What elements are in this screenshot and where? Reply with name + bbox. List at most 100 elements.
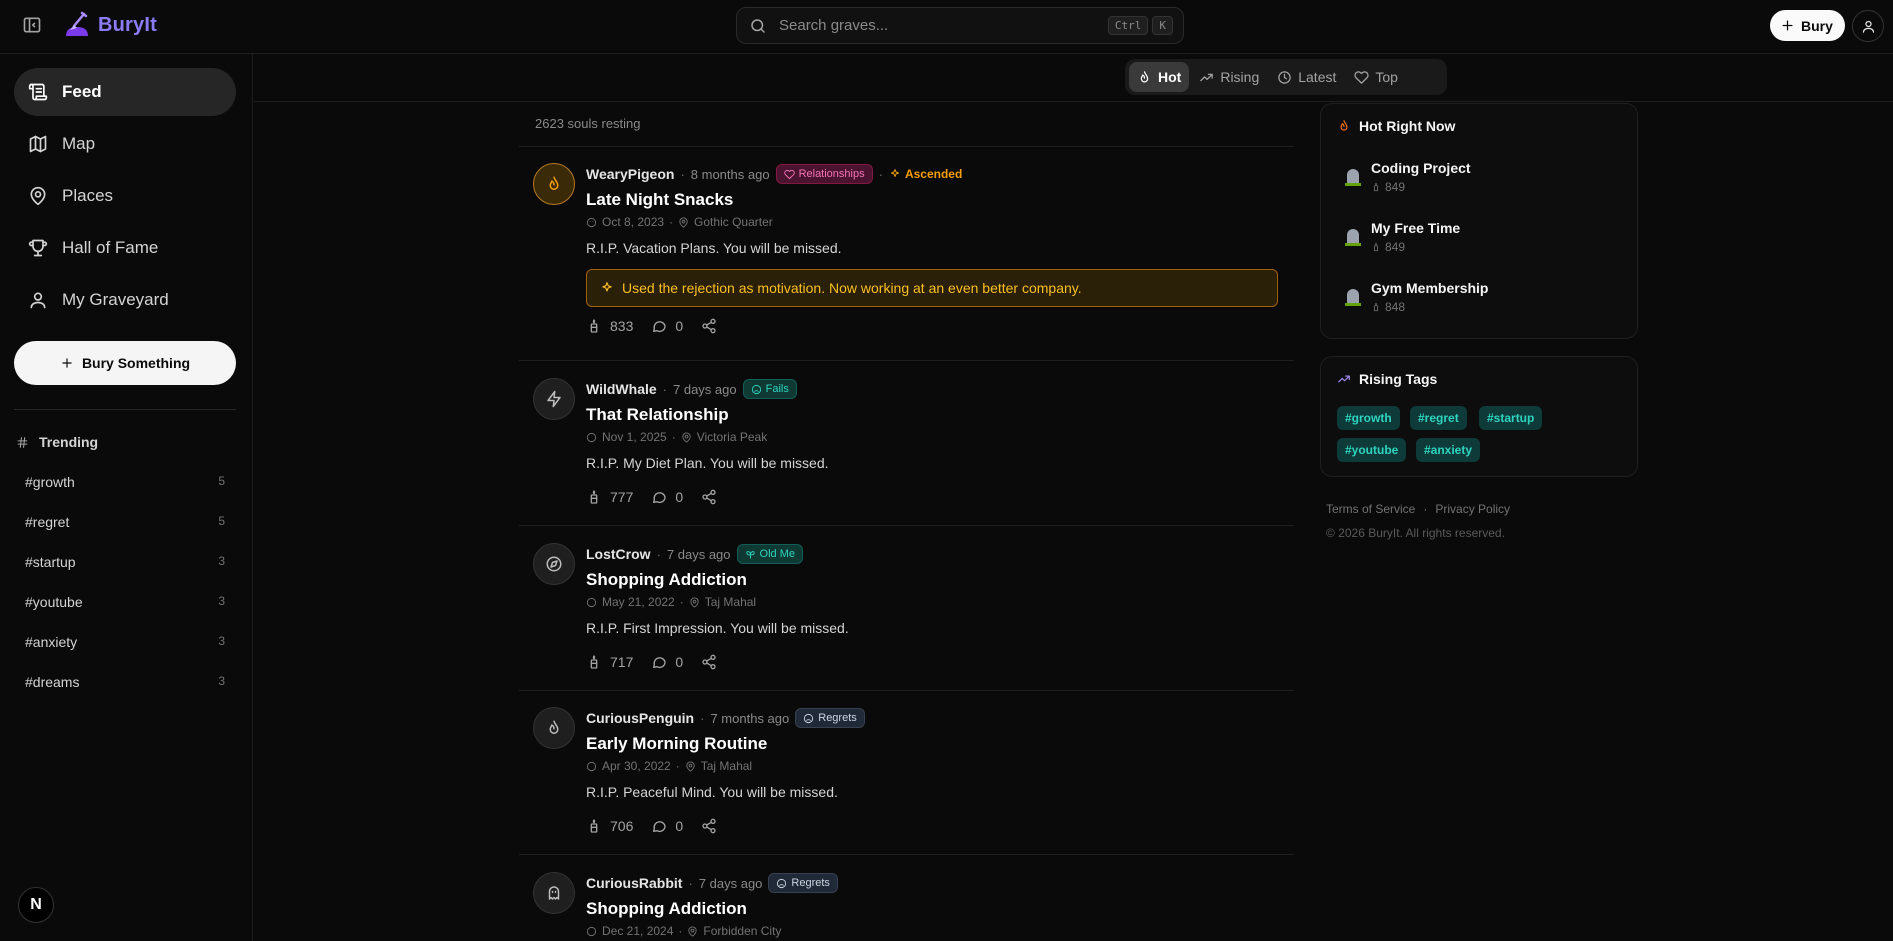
rising-tag-chip[interactable]: #growth xyxy=(1337,406,1400,430)
category-badge[interactable]: Old Me xyxy=(736,544,803,564)
search-bar[interactable]: Search graves... Ctrl K xyxy=(736,7,1184,44)
trend-tag: #dreams xyxy=(25,674,80,690)
sidebar-item-map[interactable]: Map xyxy=(14,120,236,168)
post-username[interactable]: WearyPigeon xyxy=(586,166,674,182)
flame-icon xyxy=(1340,120,1348,131)
post-username[interactable]: LostCrow xyxy=(586,546,651,562)
post-username[interactable]: WildWhale xyxy=(586,381,657,397)
sidebar-item-feed[interactable]: Feed xyxy=(14,68,236,116)
post-text: R.I.P. Vacation Plans. You will be misse… xyxy=(586,240,842,256)
post-place[interactable]: Forbidden City xyxy=(703,924,781,938)
ghost-icon xyxy=(586,217,597,227)
post-title[interactable]: That Relationship xyxy=(586,405,1281,425)
tab-rising[interactable]: Rising xyxy=(1191,62,1267,92)
comment-button[interactable]: 0 xyxy=(651,489,683,505)
trending-heading: Trending xyxy=(16,434,98,450)
search-input[interactable]: Search graves... xyxy=(779,17,1108,34)
sidebar-item-hall-of-fame[interactable]: Hall of Fame xyxy=(14,224,236,272)
candle-button[interactable]: 777 xyxy=(586,489,633,505)
post-place[interactable]: Gothic Quarter xyxy=(694,215,773,229)
post-username[interactable]: CuriousPenguin xyxy=(586,710,694,726)
hot-item-count-value: 849 xyxy=(1385,240,1406,254)
user-menu-button[interactable] xyxy=(1852,10,1884,42)
bury-button[interactable]: Bury xyxy=(1770,10,1845,41)
rising-tag-chip[interactable]: #startup xyxy=(1479,406,1543,430)
category-badge[interactable]: Fails xyxy=(742,379,797,399)
heart-icon xyxy=(1354,70,1370,84)
post-card[interactable]: WildWhale · 7 days ago Fails That Relati… xyxy=(519,362,1294,526)
post-place[interactable]: Taj Mahal xyxy=(701,759,752,773)
category-badge[interactable]: Regrets xyxy=(795,708,865,728)
post-title[interactable]: Shopping Addiction xyxy=(586,570,1281,590)
post-title[interactable]: Shopping Addiction xyxy=(586,899,1281,919)
trend-tag: #growth xyxy=(25,474,75,490)
rising-tag-chip[interactable]: #regret xyxy=(1410,406,1467,430)
post-time: 7 days ago xyxy=(698,875,763,891)
candle-button[interactable]: 833 xyxy=(586,318,633,334)
privacy-link[interactable]: Privacy Policy xyxy=(1435,502,1510,516)
trend-tag: #regret xyxy=(25,514,70,530)
comment-button[interactable]: 0 xyxy=(651,318,683,334)
share-button[interactable] xyxy=(701,654,717,670)
trending-label: Trending xyxy=(39,434,99,450)
candle-button[interactable]: 717 xyxy=(586,654,633,670)
post-username[interactable]: CuriousRabbit xyxy=(586,875,682,891)
tab-top[interactable]: Top xyxy=(1346,62,1406,92)
rising-tag-chip[interactable]: #anxiety xyxy=(1416,438,1481,462)
share-button[interactable] xyxy=(701,318,717,334)
tab-latest[interactable]: Latest xyxy=(1269,62,1344,92)
trending-tag-youtube[interactable]: #youtube 3 xyxy=(25,594,225,610)
hot-item-count: 849 xyxy=(1371,180,1471,194)
sidebar-toggle-icon[interactable] xyxy=(22,15,42,35)
tombstone-icon xyxy=(1345,289,1361,306)
post-place[interactable]: Taj Mahal xyxy=(705,595,756,609)
hot-item[interactable]: Gym Membership 848 xyxy=(1345,280,1488,314)
rising-tag-chip[interactable]: #youtube xyxy=(1337,438,1407,462)
post-place[interactable]: Victoria Peak xyxy=(697,430,767,444)
post-card[interactable]: WearyPigeon · 8 months ago Relationships… xyxy=(519,147,1294,361)
bury-something-button[interactable]: Bury Something xyxy=(14,341,236,385)
plus-icon xyxy=(62,358,72,368)
tab-hot[interactable]: Hot xyxy=(1129,62,1190,92)
app-logo[interactable]: BuryIt xyxy=(62,10,157,40)
share-icon xyxy=(702,654,716,670)
trending-tag-startup[interactable]: #startup 3 xyxy=(25,554,225,570)
post-title[interactable]: Late Night Snacks xyxy=(586,190,1281,210)
comment-button[interactable]: 0 xyxy=(651,654,683,670)
share-button[interactable] xyxy=(701,818,717,834)
hot-item[interactable]: My Free Time 849 xyxy=(1345,220,1460,254)
candle-count: 777 xyxy=(610,489,634,505)
map-pin-icon xyxy=(688,925,698,937)
dev-tools-badge[interactable]: N xyxy=(18,887,54,923)
candle-button[interactable]: 706 xyxy=(586,818,633,834)
share-button[interactable] xyxy=(701,489,717,505)
trending-tag-regret[interactable]: #regret 5 xyxy=(25,514,225,530)
meta-separator: · xyxy=(678,924,683,938)
category-badge[interactable]: Regrets xyxy=(768,873,838,893)
meta-separator: · xyxy=(688,875,693,891)
post-card[interactable]: CuriousRabbit · 7 days ago Regrets Shopp… xyxy=(519,856,1294,941)
sidebar-item-my-graveyard[interactable]: My Graveyard xyxy=(14,276,236,324)
post-avatar xyxy=(533,872,575,914)
category-badge[interactable]: Relationships xyxy=(775,164,873,184)
post-card[interactable]: LostCrow · 7 days ago Old Me Shopping Ad… xyxy=(519,527,1294,691)
meta-separator: · xyxy=(669,215,674,229)
trending-tag-anxiety[interactable]: #anxiety 3 xyxy=(25,634,225,650)
trending-tag-growth[interactable]: #growth 5 xyxy=(25,474,225,490)
trending-tag-dreams[interactable]: #dreams 3 xyxy=(25,674,225,690)
hot-item-name: Coding Project xyxy=(1371,160,1471,176)
post-card[interactable]: CuriousPenguin · 7 months ago Regrets Ea… xyxy=(519,691,1294,855)
sidebar-item-places[interactable]: Places xyxy=(14,172,236,220)
hot-item[interactable]: Coding Project 849 xyxy=(1345,160,1471,194)
post-title[interactable]: Early Morning Routine xyxy=(586,734,1281,754)
comment-button[interactable]: 0 xyxy=(651,818,683,834)
trend-count: 3 xyxy=(218,594,225,608)
category-label: Fails xyxy=(765,383,789,395)
rising-tags-card: Rising Tags #growth #regret #startup #yo… xyxy=(1320,356,1638,477)
candle-icon xyxy=(1373,182,1379,192)
frown-icon xyxy=(777,878,787,888)
flame-icon xyxy=(1140,70,1149,82)
sidebar-item-label: Hall of Fame xyxy=(62,238,159,257)
terms-link[interactable]: Terms of Service xyxy=(1326,502,1415,516)
candle-count: 706 xyxy=(610,818,634,834)
